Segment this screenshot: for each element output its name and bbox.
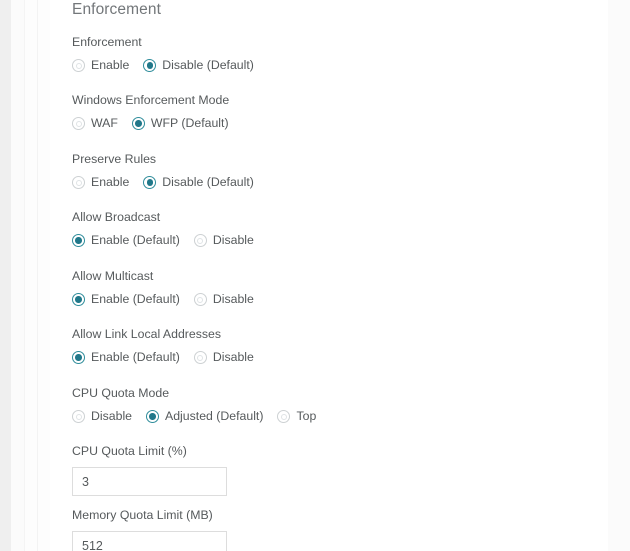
radio-button-icon[interactable]	[193, 234, 207, 247]
radio-option-label: Disable	[212, 350, 254, 364]
radio-option-allow-link-local-addresses-1[interactable]: Disable	[193, 350, 254, 365]
radio-option-label: Disable (Default)	[162, 175, 254, 189]
field-label-cpu-quota-limit: CPU Quota Limit (%)	[72, 444, 187, 458]
radio-button-icon[interactable]	[72, 293, 85, 306]
field-group-memory-quota-limit: Memory Quota Limit (MB)	[72, 508, 227, 551]
radio-option-label: Adjusted (Default)	[165, 409, 264, 423]
radio-group-allow-link-local-addresses: Enable (Default) Disable	[72, 350, 254, 365]
field-group-enforcement: Enforcement Enable Disable (Default)	[72, 35, 254, 73]
radio-button-icon[interactable]	[72, 59, 85, 72]
field-group-preserve-rules: Preserve Rules Enable Disable (Default)	[72, 152, 254, 190]
radio-group-windows-enforcement-mode: WAF WFP (Default)	[72, 116, 229, 131]
field-label-enforcement: Enforcement	[72, 35, 142, 49]
radio-button-icon[interactable]	[72, 410, 85, 423]
radio-button-icon[interactable]	[72, 117, 85, 130]
radio-button-icon[interactable]	[143, 59, 157, 72]
page-edge-band	[38, 0, 50, 551]
radio-button-icon[interactable]	[143, 176, 157, 189]
radio-option-allow-broadcast-1[interactable]: Disable	[193, 233, 254, 248]
radio-button-icon[interactable]	[72, 176, 85, 189]
field-group-cpu-quota-limit: CPU Quota Limit (%)	[72, 444, 227, 496]
radio-group-enforcement: Enable Disable (Default)	[72, 58, 254, 73]
radio-button-icon[interactable]	[131, 117, 145, 130]
radio-option-allow-broadcast-0[interactable]: Enable (Default)	[72, 233, 180, 248]
left-gutter	[0, 0, 11, 551]
radio-option-label: Enable (Default)	[91, 350, 180, 364]
radio-option-enforcement-1[interactable]: Disable (Default)	[143, 58, 254, 73]
radio-option-label: Top	[296, 409, 317, 423]
radio-option-allow-link-local-addresses-0[interactable]: Enable (Default)	[72, 350, 180, 365]
radio-button-icon[interactable]	[193, 351, 207, 364]
field-group-windows-enforcement-mode: Windows Enforcement Mode WAF WFP (Default)	[72, 93, 229, 131]
section-heading-enforcement: Enforcement	[72, 1, 161, 18]
radio-button-icon[interactable]	[72, 234, 85, 247]
radio-option-preserve-rules-1[interactable]: Disable (Default)	[143, 175, 254, 190]
radio-option-label: Disable (Default)	[162, 58, 254, 72]
radio-option-label: Disable	[91, 409, 133, 423]
field-group-allow-broadcast: Allow Broadcast Enable (Default) Disable	[72, 210, 254, 248]
radio-option-cpu-quota-mode-0[interactable]: Disable	[72, 409, 132, 424]
radio-option-preserve-rules-0[interactable]: Enable	[72, 175, 129, 190]
field-label-preserve-rules: Preserve Rules	[72, 152, 157, 166]
radio-option-label: Disable	[212, 233, 254, 247]
radio-group-allow-broadcast: Enable (Default) Disable	[72, 233, 254, 248]
radio-option-cpu-quota-mode-2[interactable]: Top	[277, 409, 316, 424]
radio-group-allow-multicast: Enable (Default) Disable	[72, 292, 254, 307]
field-label-cpu-quota-mode: CPU Quota Mode	[72, 386, 170, 400]
radio-option-windows-enforcement-mode-1[interactable]: WFP (Default)	[131, 116, 229, 131]
page-edge-band	[25, 0, 37, 551]
field-label-memory-quota-limit: Memory Quota Limit (MB)	[72, 508, 213, 522]
radio-button-icon[interactable]	[193, 293, 207, 306]
radio-option-enforcement-0[interactable]: Enable	[72, 58, 129, 73]
radio-option-label: Enable	[91, 175, 130, 189]
radio-group-preserve-rules: Enable Disable (Default)	[72, 175, 254, 190]
field-group-allow-link-local-addresses: Allow Link Local Addresses Enable (Defaul…	[72, 327, 254, 365]
radio-option-windows-enforcement-mode-0[interactable]: WAF	[72, 116, 118, 131]
radio-option-label: Enable (Default)	[91, 292, 180, 306]
radio-option-allow-multicast-1[interactable]: Disable	[193, 292, 254, 307]
input-memory-quota-limit[interactable]	[72, 531, 227, 551]
field-label-allow-broadcast: Allow Broadcast	[72, 210, 161, 224]
radio-option-cpu-quota-mode-1[interactable]: Adjusted (Default)	[146, 409, 263, 424]
radio-button-icon[interactable]	[277, 410, 291, 423]
radio-button-icon[interactable]	[72, 351, 85, 364]
field-label-allow-link-local-addresses: Allow Link Local Addresses	[72, 327, 222, 341]
radio-option-allow-multicast-0[interactable]: Enable (Default)	[72, 292, 180, 307]
right-gutter	[608, 0, 630, 551]
radio-option-label: WFP (Default)	[150, 116, 229, 130]
radio-button-icon[interactable]	[146, 410, 160, 423]
input-cpu-quota-limit[interactable]	[72, 467, 227, 496]
radio-option-label: Disable	[212, 292, 254, 306]
enforcement-settings-panel: Enforcement Enforcement Enable Disable (De…	[50, 0, 608, 551]
field-group-cpu-quota-mode: CPU Quota Mode Disable Adjusted (Default) T…	[72, 386, 316, 424]
radio-option-label: WAF	[91, 116, 118, 130]
radio-option-label: Enable	[91, 58, 130, 72]
radio-option-label: Enable (Default)	[91, 233, 180, 247]
radio-group-cpu-quota-mode: Disable Adjusted (Default) Top	[72, 409, 316, 424]
field-group-allow-multicast: Allow Multicast Enable (Default) Disable	[72, 269, 254, 307]
page-edge-band	[11, 0, 24, 551]
field-label-windows-enforcement-mode: Windows Enforcement Mode	[72, 93, 230, 107]
field-label-allow-multicast: Allow Multicast	[72, 269, 154, 283]
